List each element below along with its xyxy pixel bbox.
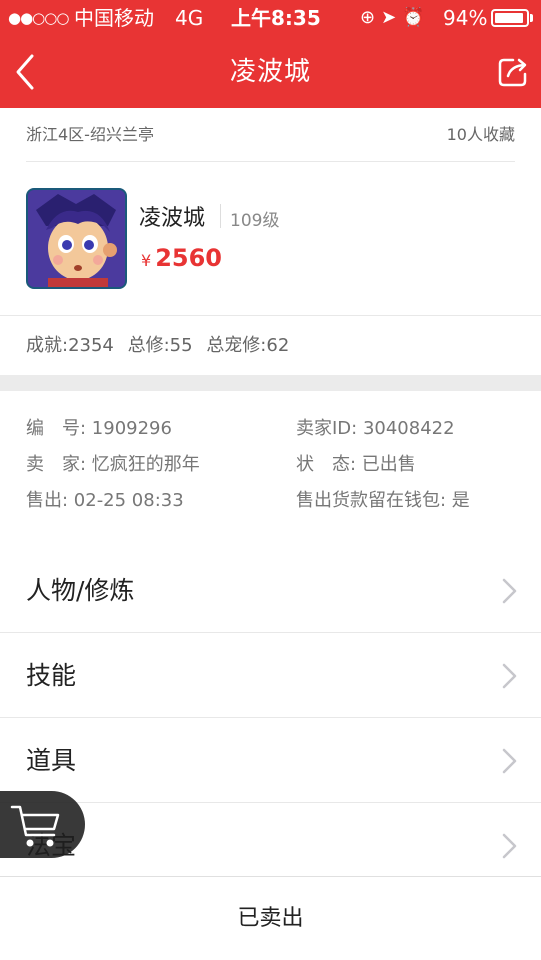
status-icons: ⊕➤⏰	[360, 5, 431, 31]
status-bar: ●●○○○ 中国移动 4G 上午8:35 ⊕➤⏰ 94%	[0, 0, 541, 36]
section-divider	[0, 375, 541, 391]
page-title: 凌波城	[229, 57, 311, 87]
seller-id: 卖家ID: 30408422	[296, 418, 455, 439]
sold-time: 售出: 02-25 08:33	[26, 490, 184, 511]
menu-item-label: 技能	[26, 661, 77, 690]
wallet-setting: 售出货款留在钱包: 是	[296, 490, 470, 511]
pet-cultivation-stat: 总宠修:62	[206, 335, 290, 356]
chevron-right-icon	[502, 833, 517, 859]
seller-name: 卖 家: 忆疯狂的那年	[26, 454, 200, 475]
sold-label: 已卖出	[237, 906, 304, 931]
character-avatar	[26, 188, 127, 289]
menu-item-items[interactable]: 道具	[0, 718, 541, 803]
battery-percent: 94%	[443, 6, 488, 30]
price: ¥2560	[141, 244, 222, 272]
server-region: 浙江4区-绍兴兰亭	[26, 125, 154, 144]
network-type: 4G	[175, 6, 204, 30]
carrier-name: 中国移动	[74, 6, 154, 30]
character-stats: 成就:2354 总修:55 总宠修:62	[0, 315, 541, 375]
share-icon	[498, 58, 527, 87]
listing-id: 编 号: 1909296	[26, 418, 172, 439]
currency-symbol: ¥	[141, 251, 152, 270]
chevron-right-icon	[502, 663, 517, 689]
clock: 上午8:35	[231, 6, 321, 30]
cultivation-stat: 总修:55	[127, 335, 193, 356]
name-level-divider	[220, 204, 221, 228]
cart-button[interactable]	[0, 791, 85, 858]
achievement-stat: 成就:2354	[26, 335, 114, 356]
chevron-right-icon	[502, 578, 517, 604]
character-name: 凌波城	[139, 206, 206, 231]
menu-item-skills[interactable]: 技能	[0, 633, 541, 718]
share-button[interactable]	[495, 54, 531, 90]
menu-item-character[interactable]: 人物/修炼	[0, 548, 541, 633]
orientation-lock-icon: ⊕	[360, 7, 382, 28]
listing-status: 状 态: 已出售	[296, 454, 416, 475]
cart-icon	[10, 805, 60, 847]
character-level: 109级	[230, 211, 280, 231]
menu-item-label: 人物/修炼	[26, 576, 135, 605]
battery-tip	[530, 14, 533, 22]
favorites-count: 10人收藏	[446, 125, 515, 144]
location-icon: ➤	[381, 7, 403, 28]
chevron-right-icon	[502, 748, 517, 774]
nav-bar: 凌波城	[0, 36, 541, 108]
price-value: 2560	[155, 244, 222, 272]
sold-status-bar: 已卖出	[0, 876, 541, 960]
server-region-row: 浙江4区-绍兴兰亭 10人收藏	[26, 108, 515, 162]
alarm-icon: ⏰	[402, 7, 431, 28]
battery-icon	[491, 9, 529, 27]
signal-strength: ●●○○○	[8, 9, 69, 27]
